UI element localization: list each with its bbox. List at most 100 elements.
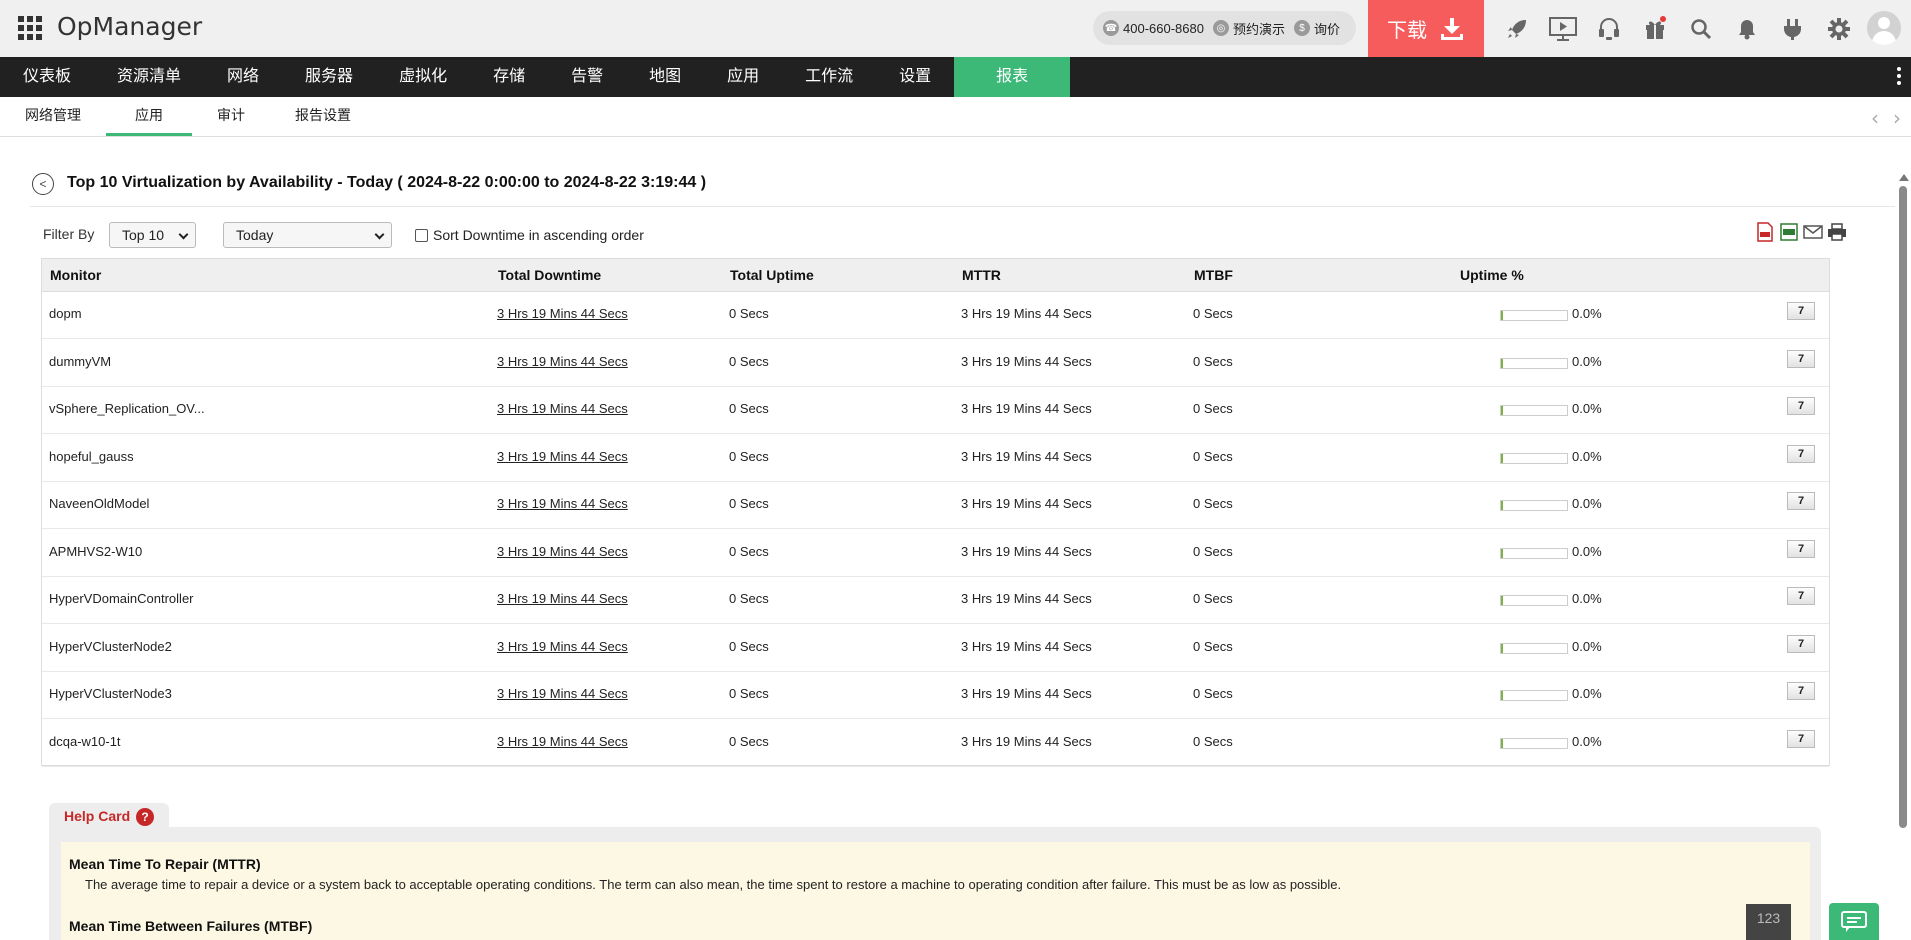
- gear-icon[interactable]: [1816, 0, 1862, 57]
- scroll-thumb[interactable]: [1899, 186, 1907, 828]
- cell-monitor: APMHVS2-W10: [49, 543, 143, 559]
- main-nav-settings[interactable]: 设置: [876, 57, 954, 97]
- row-7day-report-button[interactable]: 7: [1787, 682, 1815, 700]
- cell-total-downtime-link[interactable]: 3 Hrs 19 Mins 44 Secs: [497, 496, 628, 511]
- uptime-bar: [1500, 642, 1568, 654]
- back-button[interactable]: <: [32, 173, 54, 195]
- top-n-select[interactable]: Top 10: [109, 222, 196, 248]
- row-7day-report-button[interactable]: 7: [1787, 634, 1815, 653]
- user-avatar[interactable]: [1867, 11, 1901, 45]
- presentation-icon[interactable]: [1540, 0, 1586, 57]
- cell-total-downtime-link[interactable]: 3 Hrs 19 Mins 44 Secs: [497, 686, 628, 701]
- chevron-left-icon[interactable]: ‹: [1871, 106, 1879, 130]
- cell-monitor: NaveenOldModel: [49, 496, 150, 511]
- more-icon[interactable]: [1897, 67, 1901, 85]
- notification-dot: [1660, 16, 1666, 22]
- sub-nav-applications[interactable]: 应用: [106, 97, 192, 136]
- phone-number[interactable]: 400-660-8680: [1123, 21, 1204, 36]
- main-nav-apps[interactable]: 应用: [704, 57, 782, 97]
- col-total-uptime[interactable]: Total Uptime: [730, 267, 814, 283]
- email-icon[interactable]: [1803, 222, 1823, 242]
- row-7day-report-button[interactable]: 7: [1787, 492, 1815, 510]
- col-total-downtime[interactable]: Total Downtime: [498, 267, 601, 283]
- table-row: dopm 3 Hrs 19 Mins 44 Secs 0 Secs 3 Hrs 19 …: [42, 291, 1829, 339]
- main-nav-maps[interactable]: 地图: [626, 57, 704, 97]
- sub-nav-network-management[interactable]: 网络管理: [0, 97, 106, 136]
- table-row: HyperVDomainController 3 Hrs 19 Mins 44 S…: [42, 576, 1829, 624]
- gift-icon[interactable]: [1632, 0, 1678, 57]
- cell-total-downtime-link[interactable]: 3 Hrs 19 Mins 44 Secs: [497, 734, 628, 749]
- row-7day-report-button[interactable]: 7: [1787, 729, 1815, 748]
- row-7day-report-button[interactable]: 7: [1787, 397, 1815, 415]
- demo-icon: ◎: [1212, 20, 1229, 36]
- cell-mtbf: 0 Secs: [1193, 591, 1233, 606]
- main-nav-alarms[interactable]: 告警: [548, 57, 626, 97]
- main-nav-inventory[interactable]: 资源清单: [94, 57, 204, 97]
- col-monitor[interactable]: Monitor: [50, 267, 101, 283]
- cell-total-uptime: 0 Secs: [729, 401, 769, 416]
- mtbf-heading: Mean Time Between Failures (MTBF): [69, 918, 313, 934]
- cell-mttr: 3 Hrs 19 Mins 44 Secs: [961, 638, 1092, 654]
- download-button[interactable]: 下载: [1368, 0, 1484, 57]
- cell-total-uptime: 0 Secs: [729, 733, 769, 749]
- help-icon[interactable]: ?: [136, 808, 154, 826]
- app-grid-icon[interactable]: [18, 16, 42, 40]
- chat-button[interactable]: [1829, 903, 1879, 940]
- cell-total-downtime-link[interactable]: 3 Hrs 19 Mins 44 Secs: [497, 639, 628, 654]
- main-nav-virtualization[interactable]: 虚拟化: [376, 57, 470, 97]
- cell-uptime-pct: 0.0%: [1572, 686, 1602, 701]
- cell-total-downtime-link[interactable]: 3 Hrs 19 Mins 44 Secs: [497, 401, 628, 416]
- sub-nav-audit[interactable]: 审计: [192, 97, 270, 136]
- chevron-right-icon[interactable]: ›: [1893, 106, 1901, 130]
- main-nav-servers[interactable]: 服务器: [282, 57, 376, 97]
- uptime-bar-fill: [1501, 453, 1503, 463]
- cell-monitor: HyperVClusterNode3: [49, 686, 172, 701]
- row-7day-report-button[interactable]: 7: [1787, 539, 1815, 558]
- csv-icon[interactable]: [1779, 222, 1799, 242]
- print-icon[interactable]: [1827, 222, 1847, 242]
- pdf-icon[interactable]: [1755, 222, 1775, 242]
- bell-icon[interactable]: [1724, 0, 1770, 57]
- sub-nav-report-settings[interactable]: 报告设置: [270, 97, 376, 136]
- cell-mttr: 3 Hrs 19 Mins 44 Secs: [961, 448, 1092, 464]
- cell-mtbf: 0 Secs: [1193, 448, 1233, 464]
- plug-icon[interactable]: [1770, 0, 1816, 57]
- top-bar: OpManager ☎ 400-660-8680 ◎ 预约演示 $ 询价 下载: [0, 0, 1911, 57]
- col-uptime-pct[interactable]: Uptime %: [1460, 267, 1524, 283]
- cell-total-downtime-link[interactable]: 3 Hrs 19 Mins 44 Secs: [497, 544, 628, 559]
- price-link[interactable]: 询价: [1314, 19, 1340, 38]
- cell-total-downtime-link[interactable]: 3 Hrs 19 Mins 44 Secs: [497, 449, 628, 464]
- scroll-up-arrow[interactable]: [1899, 174, 1909, 181]
- row-7day-report-button[interactable]: 7: [1787, 444, 1815, 463]
- main-nav-workflow[interactable]: 工作流: [782, 57, 876, 97]
- cell-mtbf: 0 Secs: [1193, 638, 1233, 654]
- row-7day-report-button[interactable]: 7: [1787, 349, 1815, 368]
- uptime-bar-fill: [1501, 406, 1503, 415]
- row-7day-report-button[interactable]: 7: [1787, 587, 1815, 605]
- cell-mttr: 3 Hrs 19 Mins 44 Secs: [961, 733, 1092, 749]
- search-icon[interactable]: [1678, 0, 1724, 57]
- cell-monitor: HyperVDomainController: [49, 591, 194, 606]
- cell-total-downtime-link[interactable]: 3 Hrs 19 Mins 44 Secs: [497, 306, 628, 321]
- download-icon: [1441, 17, 1463, 40]
- main-nav-dashboard[interactable]: 仪表板: [0, 57, 94, 97]
- headset-icon[interactable]: [1586, 0, 1632, 57]
- cell-total-downtime-link[interactable]: 3 Hrs 19 Mins 44 Secs: [497, 354, 628, 369]
- cell-mttr: 3 Hrs 19 Mins 44 Secs: [961, 306, 1092, 321]
- col-mtbf[interactable]: MTBF: [1194, 267, 1233, 283]
- cell-total-uptime: 0 Secs: [729, 306, 769, 321]
- vertical-scrollbar[interactable]: [1896, 172, 1911, 940]
- main-nav-network[interactable]: 网络: [204, 57, 282, 97]
- sort-downtime-checkbox[interactable]: [415, 229, 428, 242]
- demo-link[interactable]: 预约演示: [1233, 19, 1285, 38]
- cell-uptime-pct: 0.0%: [1572, 496, 1602, 511]
- cell-total-downtime-link[interactable]: 3 Hrs 19 Mins 44 Secs: [497, 591, 628, 606]
- main-nav-storage[interactable]: 存储: [470, 57, 548, 97]
- main-nav-reports[interactable]: 报表: [954, 57, 1071, 97]
- period-select[interactable]: Today: [223, 222, 392, 248]
- uptime-bar: [1500, 405, 1568, 416]
- phone-icon: ☎: [1103, 20, 1119, 36]
- rocket-icon[interactable]: [1494, 0, 1540, 57]
- row-7day-report-button[interactable]: 7: [1787, 302, 1815, 320]
- col-mttr[interactable]: MTTR: [962, 267, 1001, 283]
